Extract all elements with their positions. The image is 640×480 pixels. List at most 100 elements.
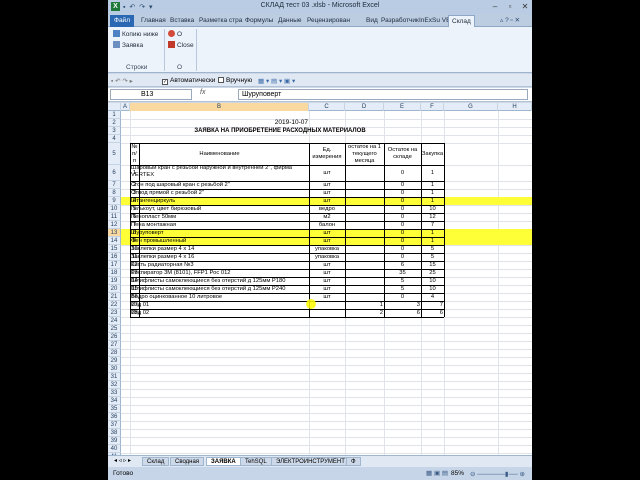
table-row[interactable]: 10 Заклепки размер 4 х 14 упаковка 0 5 — [121, 245, 532, 253]
row-header-37[interactable]: 37 — [108, 421, 121, 429]
cell-order[interactable]: 10 — [421, 205, 444, 213]
header-month-rest[interactable]: остаток на 1 текущего месяца — [345, 143, 384, 165]
sheet-tab-electro[interactable]: ЭЛЕКТРОИНСТРУМЕНТ — [271, 457, 350, 466]
tab-file[interactable]: Файл — [110, 15, 134, 27]
sheet-tab-svodnaya[interactable]: Сводная — [170, 457, 205, 466]
row-header-8[interactable]: 8 — [108, 189, 121, 197]
table-row[interactable]: 12 Кисть радиаторная №3 шт 6 15 — [121, 261, 532, 269]
row-header-2[interactable]: 2 — [108, 119, 121, 127]
column-header-e[interactable]: E — [384, 103, 421, 111]
cell-stock[interactable]: 35 — [384, 269, 421, 277]
zoom-slider[interactable]: ⊖ ──────▮── ⊕ — [470, 470, 525, 478]
cell-order[interactable]: 12 — [421, 213, 444, 221]
row-header-33[interactable]: 33 — [108, 389, 121, 397]
row-header-34[interactable]: 34 — [108, 397, 121, 405]
cell-stock[interactable]: 0 — [384, 245, 421, 253]
tab-developer[interactable]: Разработчик — [381, 15, 419, 27]
cell-month-rest[interactable]: 1 — [345, 301, 384, 309]
cell-order[interactable]: 6 — [421, 309, 444, 317]
view-mode-icons[interactable]: ▦ ▣ ▤ — [426, 469, 448, 477]
cell-order[interactable]: 7 — [421, 221, 444, 229]
cell-stock[interactable]: 0 — [384, 189, 421, 197]
row-header-29[interactable]: 29 — [108, 357, 121, 365]
cell-name[interactable]: Изд 01 — [130, 301, 309, 309]
cell-name[interactable]: Отвод прямой с резьбой 2" — [130, 189, 309, 197]
table-row[interactable]: 1 Шаровый кран с резьбой наружной и внутр… — [121, 165, 532, 181]
cell-stock[interactable]: 0 — [384, 229, 421, 237]
row-header-11[interactable]: 11 — [108, 213, 121, 221]
table-row[interactable]: 14 Шлифлисты самоклеющиеся без отерстий д… — [121, 277, 532, 285]
column-header-a[interactable]: A — [121, 103, 130, 111]
row-header-26[interactable]: 26 — [108, 333, 121, 341]
cell-stock[interactable]: 0 — [384, 221, 421, 229]
cell-name[interactable]: Ведро оцинкованное 10 литровое — [130, 293, 309, 301]
header-unit[interactable]: Ед. измерения — [309, 143, 345, 165]
cell-stock[interactable]: 3 — [384, 301, 421, 309]
column-header-h[interactable]: H — [498, 103, 532, 111]
tab-insert[interactable]: Вставка — [170, 15, 194, 27]
table-row[interactable]: 11 Заклепки размер 4 х 16 упаковка 0 5 — [121, 253, 532, 261]
cell-stock[interactable]: 6 — [384, 309, 421, 317]
cell-name[interactable]: Сгон под шаровый кран с резьбой 2" — [130, 181, 309, 189]
select-all-corner[interactable] — [108, 103, 121, 111]
cell-name[interactable]: Гелькоут, цвет бирюзовый — [130, 205, 309, 213]
cell-name[interactable]: Шуруповерт — [130, 229, 309, 237]
request-date[interactable]: 2019-10-07 — [121, 119, 309, 127]
row-header-25[interactable]: 25 — [108, 325, 121, 333]
tab-home[interactable]: Главная — [141, 15, 166, 27]
table-row[interactable]: 9 Фен промышленный шт 0 1 — [121, 237, 532, 245]
manual-calc-checkbox[interactable]: Вручную — [218, 77, 252, 84]
sheet-tab-sklad[interactable]: Склад — [142, 457, 170, 466]
name-box[interactable]: B13 — [110, 89, 192, 100]
row-header-40[interactable]: 40 — [108, 445, 121, 453]
header-name[interactable]: Наименование — [130, 143, 309, 165]
cell-order[interactable]: 5 — [421, 253, 444, 261]
table-row[interactable]: 16 Ведро оцинкованное 10 литровое шт 0 4 — [121, 293, 532, 301]
cell-name[interactable]: Изд 02 — [130, 309, 309, 317]
cell-unit[interactable]: шт — [309, 237, 345, 245]
cell-name[interactable]: Фен промышленный — [130, 237, 309, 245]
auto-calc-checkbox[interactable]: ✓ Автоматически — [162, 77, 215, 85]
cell-order[interactable]: 1 — [421, 181, 444, 189]
table-row[interactable]: 5 Гелькоут, цвет бирюзовый ведро 0 10 — [121, 205, 532, 213]
cell-order[interactable]: 4 — [421, 293, 444, 301]
tab-view[interactable]: Вид — [366, 15, 378, 27]
toolbar-extra-icons[interactable]: ▦ ▾ ▤ ▾ ▣ ▾ — [258, 77, 295, 85]
header-order[interactable]: Закупка — [421, 143, 444, 165]
row-header-6[interactable]: 6 — [108, 165, 121, 181]
cell-order[interactable]: 5 — [421, 245, 444, 253]
cell-stock[interactable]: 6 — [384, 261, 421, 269]
close-button[interactable]: Close — [168, 41, 194, 49]
minimize-icon[interactable]: – — [488, 1, 502, 12]
cell-unit[interactable]: балон — [309, 221, 345, 229]
cell-stock[interactable]: 0 — [384, 293, 421, 301]
tab-formulas[interactable]: Формулы — [245, 15, 273, 27]
cell-order[interactable]: 10 — [421, 285, 444, 293]
cell-stock[interactable]: 0 — [384, 253, 421, 261]
row-header-38[interactable]: 38 — [108, 429, 121, 437]
row-header-7[interactable]: 7 — [108, 181, 121, 189]
row-header-16[interactable]: 16 — [108, 253, 121, 261]
spreadsheet-grid[interactable]: ABCDEFGH 1 2 3 4 5 6 7 8 9 10 11 12 13 14 15 16 17 18 19 20… — [108, 103, 532, 455]
row-header-24[interactable]: 24 — [108, 317, 121, 325]
cell-month-rest[interactable]: 2 — [345, 309, 384, 317]
row-header-22[interactable]: 22 — [108, 301, 121, 309]
row-header-12[interactable]: 12 — [108, 221, 121, 229]
row-header-27[interactable]: 27 — [108, 341, 121, 349]
cell-unit[interactable]: шт — [309, 165, 345, 181]
cell-unit[interactable]: ведро — [309, 205, 345, 213]
cell-stock[interactable]: 0 — [384, 213, 421, 221]
row-header-3[interactable]: 3 — [108, 127, 121, 135]
row-header-23[interactable]: 23 — [108, 309, 121, 317]
table-row[interactable]: 18 Изд 02 2 6 6 — [121, 309, 532, 317]
row-header-30[interactable]: 30 — [108, 365, 121, 373]
cell-unit[interactable]: шт — [309, 261, 345, 269]
toolbar-icons[interactable]: ▪ ↶ ↷ ▸ — [111, 77, 133, 85]
row-header-15[interactable]: 15 — [108, 245, 121, 253]
sheet-tab-f[interactable]: Ф — [346, 457, 361, 466]
cell-stock[interactable]: 0 — [384, 237, 421, 245]
cell-order[interactable]: 1 — [421, 237, 444, 245]
cell-unit[interactable]: м2 — [309, 213, 345, 221]
table-row[interactable]: 15 Шлифлисты самоклеющиеся без отерстий д… — [121, 285, 532, 293]
cell-stock[interactable]: 0 — [384, 205, 421, 213]
